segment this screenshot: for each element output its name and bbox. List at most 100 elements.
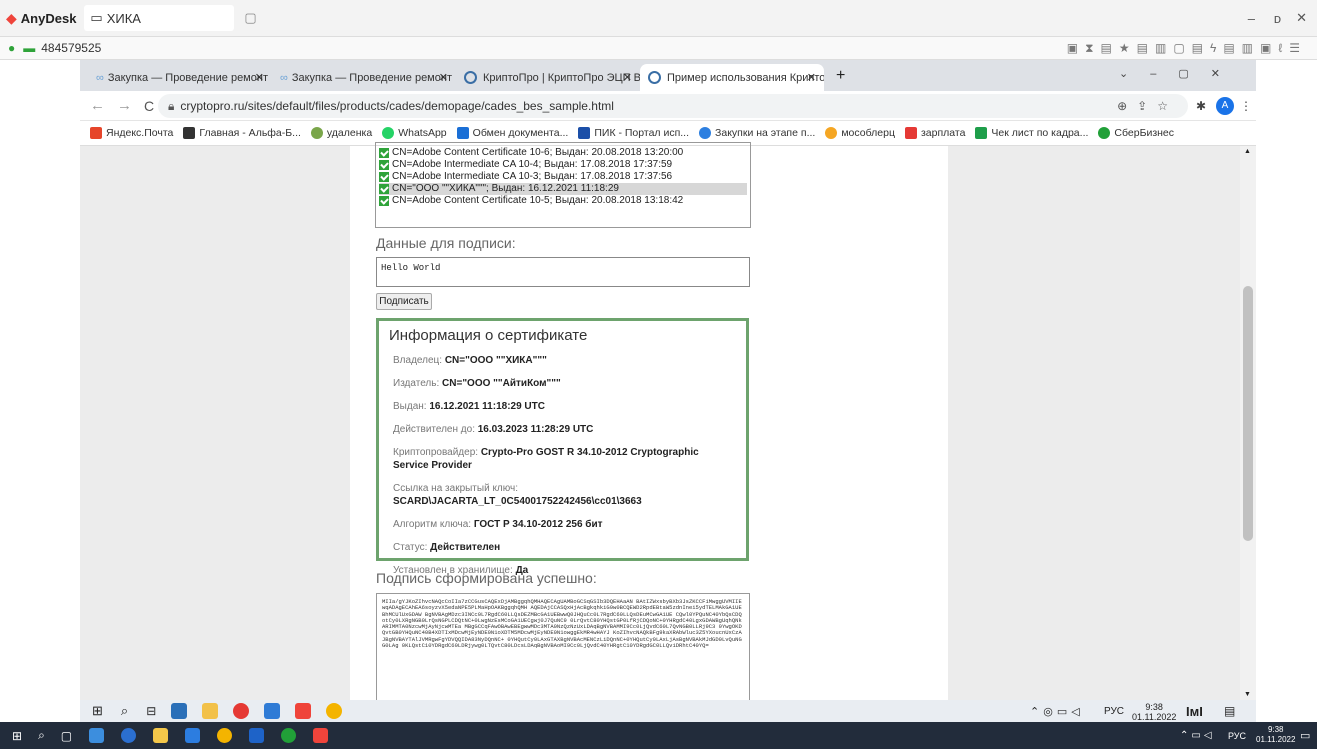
host-search-icon[interactable]: ⌕: [38, 728, 45, 743]
bookmark[interactable]: удаленка: [310, 127, 373, 139]
host-app-icon[interactable]: [89, 728, 105, 743]
remote-screen[interactable]: ∞ Закупка — Проведение ремонт ✕ ∞ Закупк…: [80, 60, 1256, 722]
salary-icon: [904, 127, 917, 139]
info-value: CN="ООО ""АйтиКом""": [442, 378, 561, 389]
bookmark-label: удаленка: [326, 127, 373, 139]
task-view-icon[interactable]: ⊟: [146, 704, 156, 718]
remote-icon: [310, 127, 323, 139]
browser-tab[interactable]: КриптоПро | КриптоПро ЭЦП В ✕: [456, 64, 640, 91]
search-icon[interactable]: ⌕: [121, 703, 128, 719]
tab-close-icon[interactable]: ✕: [807, 71, 816, 84]
host-folder-icon[interactable]: [153, 728, 169, 743]
host-app-icon[interactable]: [121, 728, 137, 743]
forward-icon[interactable]: →: [117, 97, 132, 114]
tray-icons[interactable]: ⌃◎▭◁: [1030, 705, 1084, 718]
mail-app-icon[interactable]: [171, 703, 188, 719]
browser-tab[interactable]: ∞ Закупка — Проведение ремонт ✕: [88, 64, 272, 91]
tab-close-icon[interactable]: ✕: [439, 71, 448, 84]
bookmark[interactable]: WhatsApp: [382, 127, 447, 139]
host-word-icon[interactable]: [249, 728, 265, 743]
signature-output[interactable]: MIIa/gYJKoZIhvcNAQcCoIIa7zCCGusCAQExDjAM…: [376, 593, 750, 703]
certificate-item[interactable]: CN=Adobe Intermediate CA 10-3; Выдан: 17…: [379, 171, 747, 183]
host-taskview-icon[interactable]: ▢: [61, 729, 72, 743]
bookmark[interactable]: мособлерц: [825, 127, 895, 139]
info-label: Алгоритм ключа:: [393, 519, 472, 530]
page-scrollbar[interactable]: ▲ ▼: [1240, 146, 1256, 700]
certificate-label: CN=Adobe Content Certificate 10-6; Выдан…: [392, 147, 684, 158]
tab-close-icon[interactable]: ✕: [623, 71, 632, 84]
scroll-down-icon[interactable]: ▼: [1244, 691, 1251, 698]
minimize-icon[interactable]: –: [1248, 11, 1255, 26]
info-label: Издатель:: [393, 378, 440, 389]
windows-start-icon[interactable]: ⊞: [92, 703, 103, 719]
browser-tab-strip: ∞ Закупка — Проведение ремонт ✕ ∞ Закупк…: [80, 60, 1256, 91]
certificate-item-selected[interactable]: CN="ООО ""ХИКА"""; Выдан: 16.12.2021 11:…: [379, 183, 747, 195]
certificate-list[interactable]: CN=Adobe Content Certificate 10-6; Выдан…: [375, 142, 751, 228]
monitor-icon: ▭: [90, 10, 103, 25]
zoom-share-star-icons[interactable]: ⊕⇪☆: [1117, 99, 1178, 113]
host-lang[interactable]: РУС: [1228, 731, 1246, 741]
host-app-icon[interactable]: [281, 728, 297, 743]
remote-clock[interactable]: 9:38 01.11.2022: [1132, 702, 1176, 722]
certificate-item[interactable]: CN=Adobe Content Certificate 10-5; Выдан…: [379, 195, 747, 207]
remote-lang[interactable]: РУС: [1104, 706, 1124, 717]
menu-icon[interactable]: ⋮: [1240, 99, 1252, 113]
scroll-thumb[interactable]: [1243, 286, 1253, 541]
scroll-up-icon[interactable]: ▲: [1244, 148, 1251, 155]
host-notification-icon[interactable]: ▭: [1300, 729, 1310, 742]
url-field[interactable]: 🔒︎ cryptopro.ru/sites/default/files/prod…: [158, 94, 1188, 118]
host-start-icon[interactable]: ⊞: [12, 729, 22, 743]
bookmark[interactable]: зарплата: [904, 127, 965, 139]
tab-close-icon[interactable]: ✕: [255, 71, 264, 84]
profile-avatar[interactable]: A: [1216, 96, 1234, 115]
app-icon[interactable]: [264, 703, 281, 719]
tab-label: Закупка — Проведение ремонт: [291, 71, 452, 84]
host-tray-icons[interactable]: ⌃▭◁: [1180, 730, 1215, 741]
bookmark[interactable]: Закупки на этапе п...: [699, 127, 815, 139]
extensions-icon[interactable]: ✱: [1196, 99, 1206, 113]
browser-tab-active[interactable]: Пример использования Крипто ✕: [640, 64, 824, 91]
anydesk-session-bar: ● ▬ 484579525 ▣⧗▤★▤▥▢▤ϟ▤▥▣ℓ☰: [0, 37, 1317, 60]
bookmark[interactable]: СберБизнес: [1098, 127, 1174, 139]
restore-icon[interactable]: ᴅ: [1274, 11, 1281, 26]
info-value: 16.03.2023 11:28:29 UTC: [477, 424, 594, 435]
sign-button[interactable]: Подписать: [376, 293, 432, 310]
reload-icon[interactable]: C: [144, 98, 154, 114]
certificate-item[interactable]: CN=Adobe Intermediate CA 10-4; Выдан: 17…: [379, 159, 747, 171]
page-content: ▲ ▼ CN=Adobe Content Certificate 10-6; В…: [80, 142, 1256, 703]
browser-tab[interactable]: ∞ Закупка — Проведение ремонт ✕: [272, 64, 456, 91]
document-icon: [456, 127, 469, 139]
bookmark-label: Обмен документа...: [472, 127, 569, 139]
left-margin: [0, 60, 80, 722]
bookmark[interactable]: Главная - Альфа-Б...: [183, 127, 301, 139]
chrome-icon[interactable]: [326, 703, 343, 719]
info-value: Действителен: [430, 542, 501, 553]
host-app-icon[interactable]: [185, 728, 201, 743]
back-icon[interactable]: ←: [90, 97, 105, 114]
host-chrome-icon[interactable]: [217, 728, 233, 743]
mail-icon: [90, 127, 102, 139]
certificate-item[interactable]: CN=Adobe Content Certificate 10-6; Выдан…: [379, 147, 747, 159]
toolbar-icons[interactable]: ▣⧗▤★▤▥▢▤ϟ▤▥▣ℓ☰: [1067, 41, 1307, 56]
window-controls[interactable]: ⌄–▢✕: [1119, 67, 1242, 80]
bookmark-label: Закупки на этапе п...: [715, 127, 816, 139]
notification-icon[interactable]: ▤: [1224, 704, 1235, 718]
new-tab-icon[interactable]: ▢: [244, 10, 256, 26]
anydesk-session-tab[interactable]: ▭ ХИКА: [84, 5, 235, 31]
new-tab-plus-icon[interactable]: +: [836, 67, 845, 85]
host-time: 9:38: [1267, 725, 1284, 734]
info-valid-until: Действителен до: 16.03.2023 11:28:29 UTC: [393, 423, 736, 436]
info-owner: Владелец: CN="ООО ""ХИКА""": [393, 354, 736, 367]
folder-icon[interactable]: [202, 703, 219, 719]
close-icon[interactable]: ✕: [1296, 10, 1307, 26]
bookmark[interactable]: Обмен документа...: [456, 127, 569, 139]
host-anydesk-icon[interactable]: [313, 728, 329, 743]
bookmark-label: ПИК - Портал исп...: [594, 127, 690, 139]
bookmark[interactable]: Яндекс.Почта: [90, 127, 173, 139]
bookmark[interactable]: Чек лист по кадра...: [975, 127, 1088, 139]
host-clock[interactable]: 9:38 01.11.2022: [1256, 725, 1295, 745]
yandex-icon[interactable]: [233, 703, 250, 719]
anydesk-icon[interactable]: [295, 703, 312, 719]
data-input[interactable]: Hello World: [376, 257, 750, 287]
bookmark[interactable]: ПИК - Портал исп...: [578, 127, 689, 139]
